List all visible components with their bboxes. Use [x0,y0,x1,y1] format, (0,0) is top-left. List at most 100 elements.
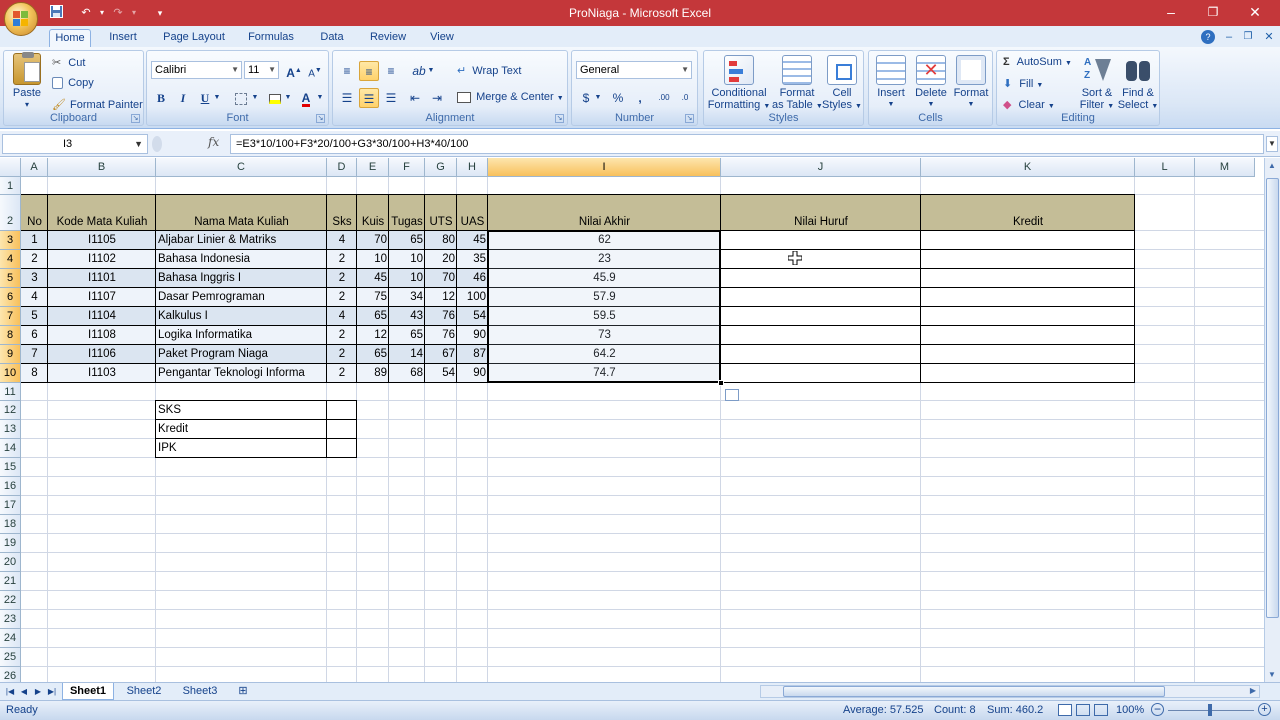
zoom-in-icon[interactable]: + [1258,703,1271,716]
table-cell[interactable]: 80 [427,231,455,249]
align-left-button[interactable]: ☰ [337,88,357,108]
row-header-2[interactable]: 2 [0,195,21,231]
decrease-decimal-button[interactable]: .0 [675,88,695,108]
insert-function-icon[interactable]: fx [208,135,219,149]
zoom-slider-thumb[interactable] [1208,704,1212,716]
table-cell[interactable]: 70 [359,231,387,249]
table-header-8[interactable]: Nilai Akhir [490,213,719,231]
table-cell[interactable]: 65 [391,231,423,249]
table-header-10[interactable]: Kredit [923,213,1133,231]
wrap-text-button[interactable]: ↵ Wrap Text [457,64,521,77]
table-cell[interactable]: 12 [359,326,387,344]
font-color-dropdown-icon[interactable]: ▼ [316,88,324,108]
table-cell[interactable]: 65 [359,307,387,325]
scroll-up-icon[interactable]: ▲ [1268,161,1276,170]
decrease-indent-button[interactable]: ⇤ [405,88,425,108]
row-header-3[interactable]: 3 [0,231,21,250]
clear-button[interactable]: ◆ Clear ▼ [1003,98,1055,111]
formula-input[interactable]: =E3*10/100+F3*20/100+G3*30/100+H3*40/100 [230,134,1264,154]
table-cell[interactable]: 10 [359,250,387,268]
table-cell[interactable]: 4 [23,288,46,306]
font-name-select[interactable]: Calibri ▼ [151,61,242,79]
first-sheet-icon[interactable]: |◀ [4,685,16,698]
next-sheet-icon[interactable]: ▶ [32,685,44,698]
fill-handle[interactable] [718,380,724,386]
table-cell[interactable]: 2 [329,288,355,306]
column-header-l[interactable]: L [1135,158,1195,177]
tab-formulas[interactable]: Formulas [241,29,301,47]
row-header-20[interactable]: 20 [0,553,21,572]
column-header-a[interactable]: A [21,158,48,177]
table-cell[interactable]: Kalkulus I [158,307,325,325]
underline-button[interactable]: U [195,88,215,108]
table-cell[interactable]: 6 [23,326,46,344]
row-header-9[interactable]: 9 [0,345,21,364]
alignment-launcher-icon[interactable]: ↘ [555,114,564,123]
column-header-d[interactable]: D [327,158,357,177]
sort-filter-button[interactable]: A Z Sort & Filter ▼ [1077,55,1117,113]
format-painter-button[interactable]: 🖌 Format Painter [52,98,143,111]
borders-button[interactable] [231,88,251,108]
row-header-14[interactable]: 14 [0,439,21,458]
table-cell[interactable]: 75 [359,288,387,306]
table-cell[interactable]: I1102 [50,250,154,268]
row-header-1[interactable]: 1 [0,177,21,195]
page-layout-view-icon[interactable] [1076,704,1090,716]
table-cell[interactable]: 76 [427,307,455,325]
borders-dropdown-icon[interactable]: ▼ [251,88,259,108]
table-cell[interactable]: I1108 [50,326,154,344]
currency-button[interactable]: $ [576,88,596,108]
table-cell[interactable]: 76 [427,326,455,344]
table-cell[interactable]: 5 [23,307,46,325]
underline-dropdown-icon[interactable]: ▼ [213,88,221,108]
expand-formula-bar-icon[interactable]: ▼ [1266,136,1278,152]
table-cell[interactable]: 89 [359,364,387,382]
table-cell[interactable]: 2 [329,250,355,268]
table-cell[interactable]: 7 [23,345,46,363]
column-header-g[interactable]: G [425,158,457,177]
table-header-4[interactable]: Kuis [359,213,387,231]
tab-sheet3[interactable]: Sheet3 [174,683,226,700]
column-header-e[interactable]: E [357,158,389,177]
table-cell[interactable]: 2 [329,345,355,363]
increase-indent-button[interactable]: ⇥ [427,88,447,108]
row-header-22[interactable]: 22 [0,591,21,610]
table-cell[interactable]: 20 [427,250,455,268]
restore-icon[interactable]: ❐ [1192,0,1234,24]
zoom-out-icon[interactable]: − [1151,703,1164,716]
row-header-18[interactable]: 18 [0,515,21,534]
clipboard-launcher-icon[interactable]: ↘ [131,114,140,123]
row-header-24[interactable]: 24 [0,629,21,648]
align-middle-button[interactable]: ≡ [359,61,379,81]
column-header-c[interactable]: C [156,158,327,177]
row-header-19[interactable]: 19 [0,534,21,553]
table-header-9[interactable]: Nilai Huruf [723,213,919,231]
table-cell[interactable]: 2 [329,326,355,344]
table-cell[interactable]: 4 [329,307,355,325]
column-header-h[interactable]: H [457,158,488,177]
comma-button[interactable]: , [630,88,650,108]
last-sheet-icon[interactable]: ▶| [46,685,58,698]
column-header-b[interactable]: B [48,158,156,177]
grow-font-button[interactable]: A▲ [284,61,304,81]
table-cell[interactable]: I1106 [50,345,154,363]
horizontal-scrollbar[interactable]: ▶ [760,685,1260,698]
scroll-down-icon[interactable]: ▼ [1268,670,1276,679]
table-cell[interactable]: 67 [427,345,455,363]
table-cell[interactable]: 14 [391,345,423,363]
table-cell[interactable]: Pengantar Teknologi Informa [158,364,325,382]
workbook-close-icon[interactable]: ✕ [1262,30,1276,44]
table-cell[interactable]: 35 [459,250,486,268]
table-header-1[interactable]: Kode Mata Kuliah [50,213,154,231]
fill-button[interactable]: ⬇ Fill ▼ [1003,77,1043,90]
table-cell[interactable]: 45 [459,231,486,249]
ribbon-restore-icon[interactable]: ❐ [1241,30,1255,44]
orientation-dropdown-icon[interactable]: ▼ [427,61,435,81]
row-header-11[interactable]: 11 [0,383,21,401]
table-cell[interactable]: 12 [427,288,455,306]
font-color-button[interactable]: A [296,88,316,108]
column-header-f[interactable]: F [389,158,425,177]
cell-styles-button[interactable]: Cell Styles ▼ [822,55,862,113]
row-header-26[interactable]: 26 [0,667,21,682]
table-cell[interactable]: 87 [459,345,486,363]
